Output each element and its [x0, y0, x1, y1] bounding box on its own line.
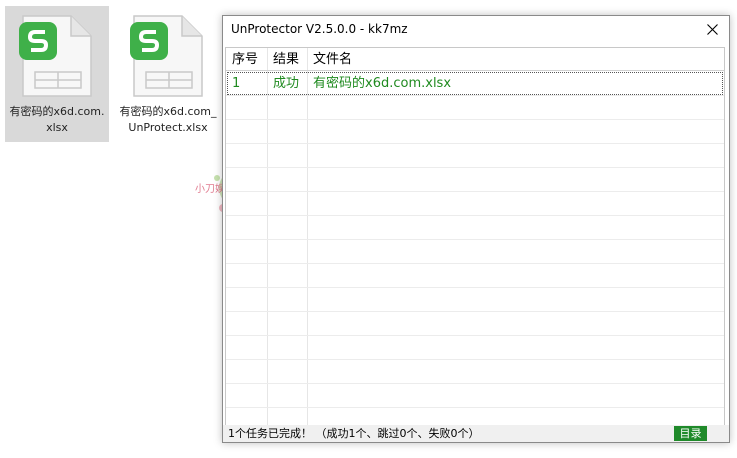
column-divider — [267, 48, 268, 427]
file-name: 有密码的x6d.com.xlsx — [9, 105, 105, 134]
column-header-index[interactable]: 序号 — [226, 48, 267, 71]
list-header: 序号 结果 文件名 — [226, 48, 724, 71]
task-list[interactable]: 序号 结果 文件名 1 成功 有密码的x6d.com.xlsx — [225, 47, 725, 428]
row-result: 成功 — [273, 76, 300, 91]
row-index: 1 — [232, 76, 241, 91]
status-text: 1个任务已完成！ （成功1个、跳过0个、失败0个） — [228, 427, 480, 440]
window-title: UnProtector V2.5.0.0 - kk7mz — [231, 22, 408, 36]
desktop-file-xlsx-unprotected[interactable]: 有密码的x6d.com_UnProtect.xlsx — [116, 6, 220, 142]
xlsx-file-icon — [130, 15, 203, 97]
row-divider — [226, 119, 724, 120]
column-header-filename[interactable]: 文件名 — [307, 48, 607, 71]
row-divider — [226, 167, 724, 168]
row-filename: 有密码的x6d.com.xlsx — [313, 76, 452, 91]
desktop-file-xlsx[interactable]: 有密码的x6d.com.xlsx — [5, 6, 109, 142]
row-divider — [226, 359, 724, 360]
status-bar: 1个任务已完成！ （成功1个、跳过0个、失败0个） 目录 — [223, 425, 729, 442]
column-divider — [307, 48, 308, 427]
column-header-result[interactable]: 结果 — [267, 48, 307, 71]
unprotector-window[interactable]: UnProtector V2.5.0.0 - kk7mz 序号 结果 文件名 1… — [222, 15, 730, 443]
row-divider — [226, 383, 724, 384]
close-button[interactable] — [695, 16, 729, 43]
xlsx-file-icon — [19, 15, 92, 97]
row-divider — [226, 335, 724, 336]
open-directory-button[interactable]: 目录 — [674, 426, 707, 441]
row-divider — [226, 407, 724, 408]
row-divider — [226, 239, 724, 240]
row-divider — [226, 143, 724, 144]
row-divider — [226, 287, 724, 288]
row-divider — [226, 311, 724, 312]
title-bar[interactable]: UnProtector V2.5.0.0 - kk7mz — [223, 16, 729, 43]
row-focus-outline — [227, 72, 723, 95]
row-divider — [226, 191, 724, 192]
table-row[interactable]: 1 成功 有密码的x6d.com.xlsx — [226, 72, 724, 95]
row-divider — [226, 263, 724, 264]
close-icon — [707, 24, 718, 35]
row-divider — [226, 215, 724, 216]
row-divider — [226, 95, 724, 96]
